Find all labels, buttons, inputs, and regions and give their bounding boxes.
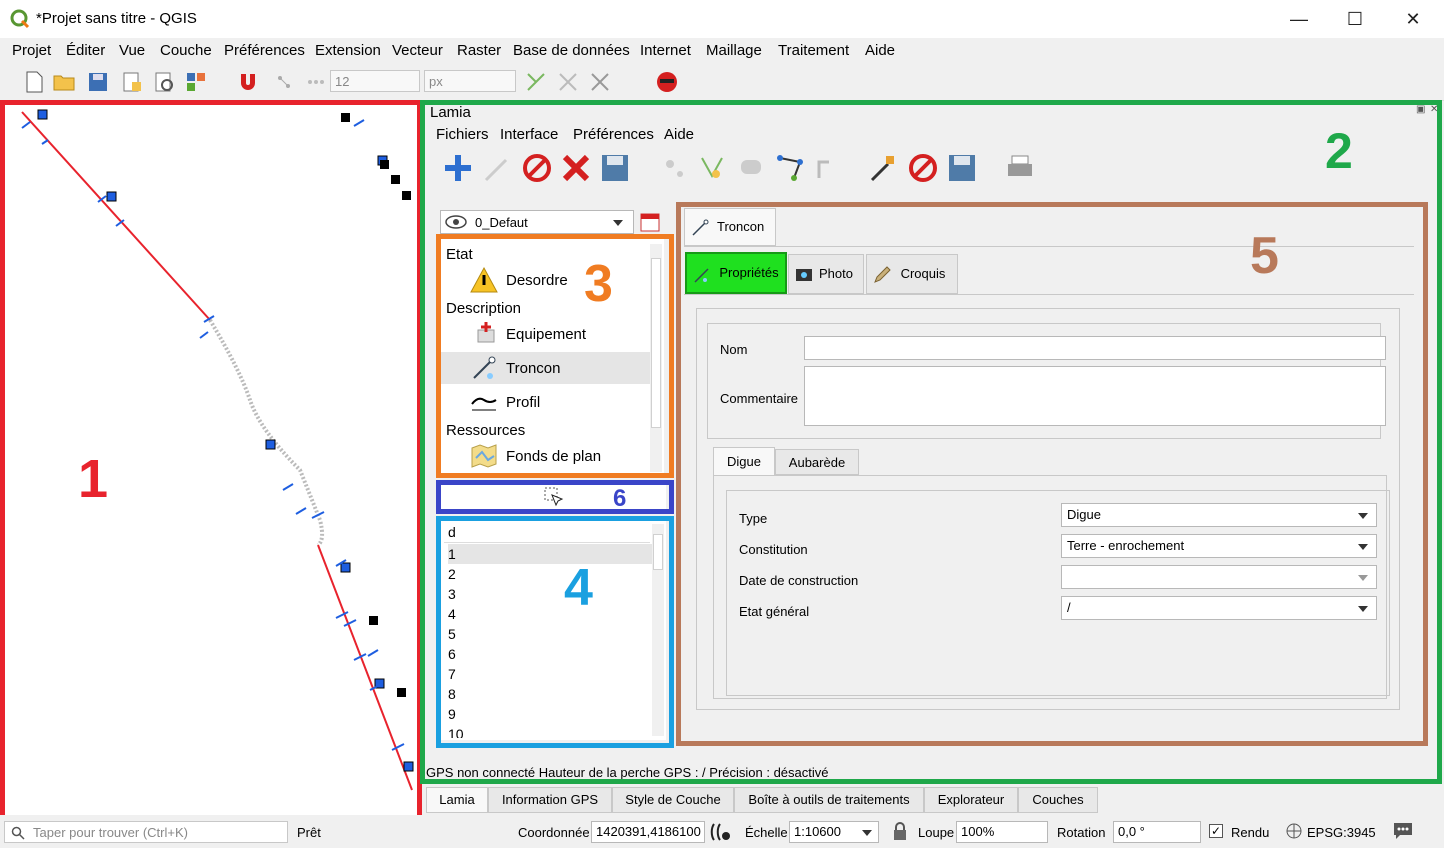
- render-checkbox[interactable]: ✓: [1209, 824, 1223, 838]
- snapping-magnet-icon[interactable]: [236, 70, 260, 94]
- locator-search[interactable]: Taper pour trouver (Ctrl+K): [4, 821, 288, 843]
- menu-aide[interactable]: Aide: [865, 42, 895, 59]
- layout-manager-icon[interactable]: [152, 70, 176, 94]
- annotation-label-form: 5: [1250, 227, 1279, 285]
- messages-icon[interactable]: [1392, 821, 1414, 841]
- status-bar: Taper pour trouver (Ctrl+K) Prêt Coordon…: [0, 815, 1444, 848]
- menu-preferences[interactable]: Préférences: [224, 42, 305, 59]
- status-message: Prêt: [297, 825, 321, 840]
- crs-button[interactable]: EPSG:3945: [1307, 825, 1376, 840]
- annotation-frame-selector: [436, 480, 674, 514]
- annotation-label-map: 1: [78, 449, 109, 509]
- unit-combobox[interactable]: px: [424, 70, 516, 92]
- scale-select[interactable]: 1:10600: [789, 821, 879, 843]
- open-project-icon[interactable]: [52, 70, 76, 94]
- close-button[interactable]: ✕: [1384, 0, 1442, 38]
- snapping-mode-icon[interactable]: [272, 70, 296, 94]
- annotation-label-tree: 3: [584, 255, 613, 313]
- search-icon: [11, 826, 25, 840]
- annotation-label-list: 4: [564, 559, 593, 617]
- window-title: *Projet sans titre - QGIS: [36, 10, 197, 27]
- menu-raster[interactable]: Raster: [457, 42, 501, 59]
- bottom-tab-layers[interactable]: Couches: [1018, 787, 1098, 813]
- title-bar: *Projet sans titre - QGIS — ☐ ✕: [0, 0, 1444, 38]
- main-toolbar: 12 px: [0, 64, 1444, 101]
- new-print-layout-icon[interactable]: [120, 70, 144, 94]
- bottom-tab-lamia[interactable]: Lamia: [426, 787, 488, 813]
- save-project-icon[interactable]: [86, 70, 110, 94]
- globe-icon[interactable]: [1286, 823, 1302, 839]
- annotation-frame-tree: [436, 234, 674, 478]
- rotation-label: Rotation: [1057, 825, 1106, 840]
- trace-icon[interactable]: [588, 70, 612, 94]
- scale-label: Échelle: [745, 825, 788, 840]
- locator-placeholder: Taper pour trouver (Ctrl+K): [33, 825, 188, 840]
- menu-traitement[interactable]: Traitement: [778, 42, 849, 59]
- menu-internet[interactable]: Internet: [640, 42, 691, 59]
- style-manager-icon[interactable]: [184, 70, 208, 94]
- lock-icon[interactable]: [892, 821, 908, 841]
- topology-icon[interactable]: [524, 70, 548, 94]
- magnifier-label: Loupe: [918, 825, 955, 840]
- new-project-icon[interactable]: [22, 70, 46, 94]
- magnifier-input[interactable]: 100%: [956, 821, 1048, 843]
- chevron-down-icon: [862, 830, 872, 836]
- menu-editer[interactable]: Éditer: [66, 42, 105, 59]
- annotation-frame-map: [0, 100, 422, 824]
- qgis-logo-icon: [10, 9, 30, 29]
- render-label: Rendu: [1231, 825, 1270, 840]
- annotation-frame-form: [676, 202, 1428, 746]
- maximize-button[interactable]: ☐: [1326, 0, 1384, 38]
- minimize-button[interactable]: —: [1270, 0, 1328, 38]
- snapping-type-icon[interactable]: [304, 70, 328, 94]
- annotation-frame-list: [436, 516, 674, 748]
- menu-base-de-donnees[interactable]: Base de données: [513, 42, 630, 59]
- bottom-tab-gps[interactable]: Information GPS: [488, 787, 612, 813]
- menu-bar: Projet Éditer Vue Couche Préférences Ext…: [0, 38, 1444, 64]
- font-size-spinbox[interactable]: 12: [330, 70, 420, 92]
- intersection-icon[interactable]: [556, 70, 580, 94]
- menu-extension[interactable]: Extension: [315, 42, 381, 59]
- plugin-ninja-icon[interactable]: [655, 70, 679, 94]
- bottom-tab-explorer[interactable]: Explorateur: [924, 787, 1018, 813]
- bottom-tab-processing[interactable]: Boîte à outils de traitements: [734, 787, 924, 813]
- annotation-label-lamia: 2: [1325, 123, 1353, 179]
- menu-maillage[interactable]: Maillage: [706, 42, 762, 59]
- annotation-label-selector: 6: [613, 485, 627, 512]
- menu-couche[interactable]: Couche: [160, 42, 212, 59]
- menu-vue[interactable]: Vue: [119, 42, 145, 59]
- toggle-extents-icon[interactable]: [710, 822, 732, 842]
- coordinate-input[interactable]: 1420391,4186100: [591, 821, 705, 843]
- scale-value: 1:10600: [794, 824, 841, 839]
- bottom-tab-style[interactable]: Style de Couche: [612, 787, 734, 813]
- coordinate-label: Coordonnée: [518, 825, 590, 840]
- rotation-input[interactable]: 0,0 °: [1113, 821, 1201, 843]
- menu-vecteur[interactable]: Vecteur: [392, 42, 443, 59]
- menu-projet[interactable]: Projet: [12, 42, 51, 59]
